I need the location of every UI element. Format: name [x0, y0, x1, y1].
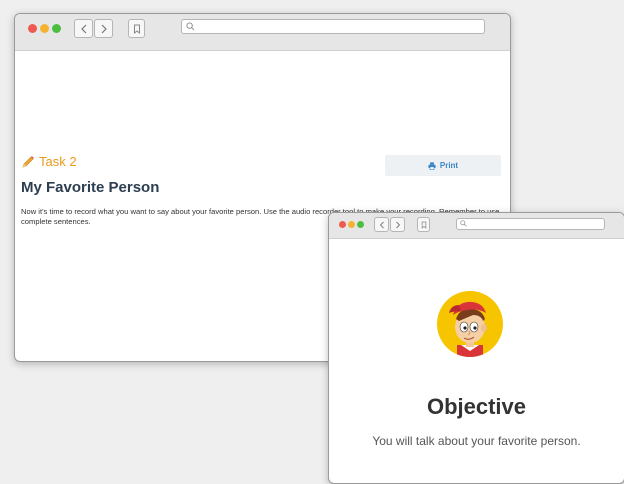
address-bar[interactable] [456, 218, 605, 230]
chevron-right-icon [101, 24, 107, 33]
forward-button[interactable] [94, 19, 113, 38]
bookmark-icon [133, 24, 140, 34]
popup-titlebar [329, 213, 624, 239]
forward-button[interactable] [390, 217, 405, 232]
minimize-dot[interactable] [40, 24, 49, 33]
back-button[interactable] [74, 19, 93, 38]
maximize-dot[interactable] [52, 24, 61, 33]
close-dot[interactable] [28, 24, 37, 33]
chevron-left-icon [80, 24, 86, 33]
bookmark-icon [421, 221, 426, 229]
task-label: Task 2 [39, 154, 77, 169]
bookmark-button[interactable] [417, 217, 430, 232]
page-title: My Favorite Person [21, 179, 160, 196]
back-button[interactable] [374, 217, 389, 232]
objective-browser-window: Objective You will talk about your favor… [328, 212, 624, 484]
bookmark-button[interactable] [128, 19, 145, 38]
objective-text: You will talk about your favorite person… [372, 434, 581, 448]
chevron-right-icon [395, 221, 400, 228]
pencil-icon [22, 155, 34, 167]
search-icon [460, 220, 467, 227]
main-titlebar [15, 14, 510, 51]
close-dot[interactable] [339, 221, 346, 228]
objective-heading: Objective [426, 394, 527, 419]
printer-icon [428, 161, 436, 170]
minimize-dot[interactable] [348, 221, 355, 228]
print-label: Print [439, 161, 459, 170]
address-bar[interactable] [181, 19, 485, 34]
chevron-left-icon [379, 221, 384, 228]
maximize-dot[interactable] [357, 221, 364, 228]
print-button[interactable]: Print [385, 155, 501, 176]
search-icon [186, 22, 195, 31]
character-avatar [437, 291, 503, 357]
task-header: Task 2 [21, 154, 77, 169]
boy-character-icon [449, 301, 487, 357]
